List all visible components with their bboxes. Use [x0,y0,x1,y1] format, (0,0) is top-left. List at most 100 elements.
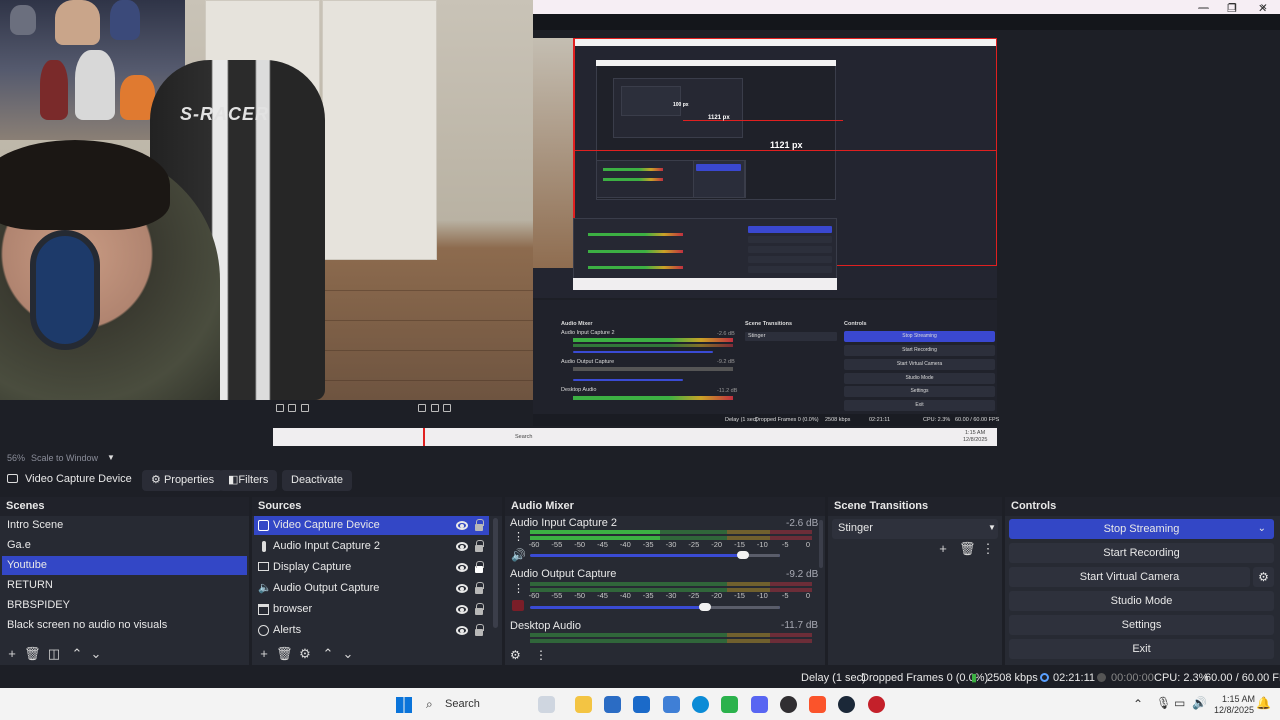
eye-icon[interactable] [456,605,468,614]
stop-streaming-button[interactable]: Stop Streaming ⌄ [1009,519,1274,539]
store-icon[interactable] [604,696,621,713]
trash-icon[interactable]: 🗑 [959,542,976,556]
source-item[interactable]: Display Capture [254,558,489,577]
gear-icon[interactable]: ⚙ [298,647,312,661]
source-item-selected[interactable]: Video Capture Device [254,516,489,535]
add-source-icon[interactable]: + [257,647,271,661]
lock-icon[interactable] [475,540,484,552]
settings-button[interactable]: Settings [1009,615,1274,635]
scene-item[interactable]: Black screen no audio no visuals [2,616,247,635]
discord-icon[interactable] [751,696,768,713]
deactivate-button[interactable]: Deactivate [282,470,352,491]
stream-status-icon [1040,673,1049,682]
scale-mode-select[interactable]: Scale to Window [31,453,98,463]
clock-time[interactable]: 1:15 AM [1222,694,1255,704]
source-item[interactable]: browser [254,600,489,619]
display-capture-feed: — ❐ ✕ 1121 px 1121 px 100 px Audio Mixer… [273,0,1280,450]
scene-item[interactable]: Intro Scene [2,516,247,535]
source-item[interactable]: Alerts [254,621,489,640]
filter-icon: ◧ [228,474,239,486]
headset [30,230,100,350]
widgets-icon[interactable] [538,696,555,713]
gear-icon: ⚙ [151,474,161,486]
edge-icon[interactable] [692,696,709,713]
measure-label-large: 1121 px [770,140,803,150]
app-icon[interactable] [868,696,885,713]
file-explorer-icon[interactable] [575,696,592,713]
dropped-frames: Dropped Frames 0 (0.0%) [861,672,989,684]
minimize-icon[interactable]: — [1198,2,1209,14]
studio-mode-button[interactable]: Studio Mode [1009,591,1274,611]
network-icon[interactable]: ▭ [1174,696,1185,710]
microphone-icon [262,541,266,552]
webcam-feed: S-RACER [0,0,533,400]
windows-taskbar: ⌕ Search ⌃ 🎙 ▭ 🔊 1:15 AM 12/8/2025 🔔 [0,688,1280,720]
scene-item[interactable]: Ga.e [2,536,247,555]
restore-icon[interactable]: ❐ [1227,2,1237,15]
scene-filters-icon[interactable]: ◫ [47,647,61,661]
vpn-icon[interactable] [663,696,680,713]
eye-icon[interactable] [456,521,468,530]
eye-icon[interactable] [456,626,468,635]
eye-icon[interactable] [456,563,468,572]
source-item[interactable]: Audio Input Capture 2 [254,537,489,556]
scene-item[interactable]: RETURN [2,576,247,595]
eye-icon[interactable] [456,542,468,551]
browser-icon [258,604,269,615]
source-item[interactable]: 🔈 Audio Output Capture [254,579,489,598]
stream-delay: Delay (1 sec) [801,672,866,684]
filters-button[interactable]: ◧Filters [219,470,278,491]
gear-icon[interactable]: ⚙ [1253,567,1274,587]
search-icon[interactable]: ⌕ [426,697,433,712]
monitor-icon [258,562,269,571]
clock-date[interactable]: 12/8/2025 [1214,705,1254,715]
chevron-down-icon[interactable]: ⌄ [1258,519,1266,539]
chevron-down-icon[interactable]: ▼ [107,453,115,462]
chevron-down-icon[interactable]: ⌄ [89,647,103,661]
lock-icon[interactable] [475,519,484,531]
microphone-icon[interactable]: 🎙 [1156,696,1171,710]
globe-icon [258,625,269,636]
scene-item-selected[interactable]: Youtube [2,556,247,575]
brave-icon[interactable] [809,696,826,713]
stream-time: 02:21:11 [1053,672,1096,684]
chevron-down-icon[interactable]: ⌄ [341,647,355,661]
eye-icon[interactable] [456,584,468,593]
lock-icon[interactable] [475,561,484,573]
cpu-usage: CPU: 2.3% [1154,672,1209,684]
start-recording-button[interactable]: Start Recording [1009,543,1274,563]
windows-start-icon[interactable] [396,697,412,713]
volume-icon[interactable]: 🔊 [1192,696,1207,710]
bitrate: 2508 kbps [987,672,1038,684]
add-scene-icon[interactable]: + [5,647,19,661]
exit-button[interactable]: Exit [1009,639,1274,659]
steam-icon[interactable] [838,696,855,713]
scene-item[interactable]: BRBSPIDEY [2,596,247,615]
chevron-up-icon[interactable]: ⌃ [70,647,84,661]
chevron-up-icon[interactable]: ⌃ [321,647,335,661]
close-icon[interactable]: ✕ [1258,2,1267,15]
signal-bars-icon: ▮ [971,672,978,684]
properties-button[interactable]: ⚙ Properties [142,470,224,491]
kebab-menu-icon[interactable]: ⋮ [981,542,995,556]
start-virtual-camera-button[interactable]: Start Virtual Camera [1009,567,1250,587]
nested-obs-docks: Audio Mixer Audio Input Capture 2 -2.6 d… [533,300,997,418]
zoom-level: 56% [7,453,26,463]
notification-bell-icon[interactable]: 🔔 [1256,696,1271,710]
add-transition-icon[interactable]: + [936,542,950,556]
trash-icon[interactable]: 🗑 [276,647,293,661]
outlook-icon[interactable] [633,696,650,713]
lock-icon[interactable] [475,582,484,594]
lock-icon[interactable] [475,603,484,615]
preview-zoom-bar: 56% Scale to Window ▼ [0,450,1280,466]
trash-icon[interactable]: 🗑 [24,647,41,661]
lock-icon[interactable] [475,624,484,636]
status-bar: Delay (1 sec) Dropped Frames 0 (0.0%) ▮ … [0,668,1280,688]
sources-scrollbar[interactable] [493,518,498,628]
chevron-up-icon[interactable]: ⌃ [1133,697,1143,711]
program-preview[interactable]: S-RACER — ❐ ✕ 1121 px 1121 px 100 px Aud… [0,0,1280,450]
xbox-icon[interactable] [721,696,738,713]
obs-icon[interactable] [780,696,797,713]
taskbar-search[interactable]: Search [445,698,480,710]
transition-select[interactable]: Stinger ▼ [832,519,998,539]
